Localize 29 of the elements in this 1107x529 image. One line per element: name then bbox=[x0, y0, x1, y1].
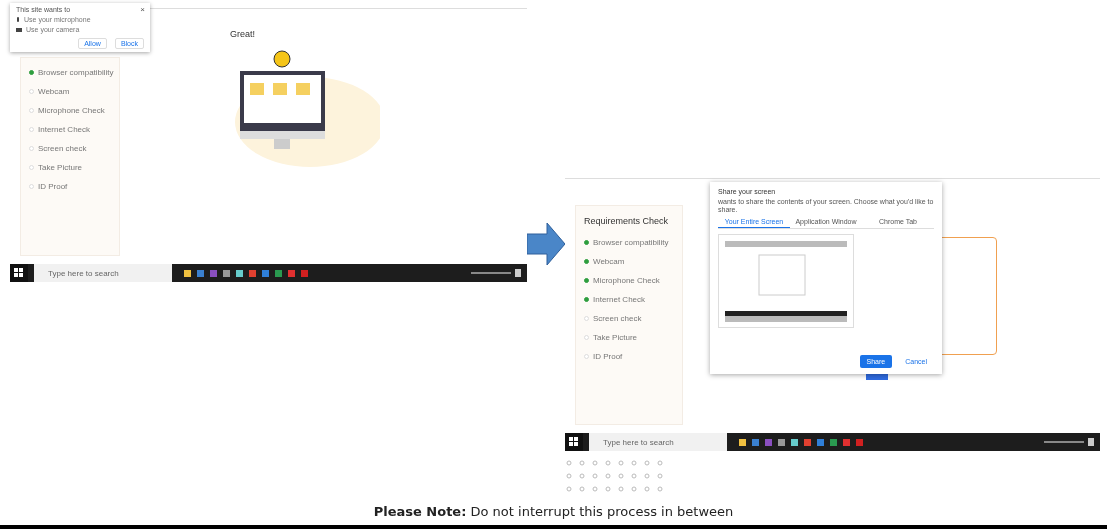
sidebar-item[interactable]: Internet Check bbox=[29, 125, 111, 134]
sidebar-item[interactable]: ID Proof bbox=[29, 182, 111, 191]
sidebar-item[interactable]: Internet Check bbox=[584, 295, 674, 304]
screen-thumbnail[interactable] bbox=[718, 234, 854, 329]
search-field[interactable]: Type here to search bbox=[34, 264, 172, 282]
close-icon[interactable]: × bbox=[140, 5, 145, 14]
microphone-icon bbox=[16, 16, 20, 23]
system-tray-icon[interactable] bbox=[1044, 438, 1094, 446]
sidebar-item[interactable]: ID Proof bbox=[584, 352, 674, 361]
sidebar-item[interactable]: Microphone Check bbox=[29, 106, 111, 115]
start-button[interactable] bbox=[10, 264, 28, 282]
start-button[interactable] bbox=[565, 433, 583, 451]
search-field[interactable]: Type here to search bbox=[589, 433, 727, 451]
right-arrow-icon bbox=[527, 223, 565, 265]
system-tray-icon[interactable] bbox=[471, 269, 521, 277]
sidebar-item[interactable]: Screen check bbox=[584, 314, 674, 323]
sidebar-item[interactable]: Webcam bbox=[29, 87, 111, 96]
sidebar-item[interactable]: Webcam bbox=[584, 257, 674, 266]
sidebar-item[interactable]: Browser compatibility bbox=[584, 238, 674, 247]
sidebar-item[interactable]: Microphone Check bbox=[584, 276, 674, 285]
note-text: Please Note: Do not interrupt this process in between bbox=[0, 498, 1107, 529]
sidebar-title: Requirements Check bbox=[584, 216, 670, 226]
windows-icon bbox=[14, 268, 24, 278]
heading: Great! bbox=[230, 29, 255, 39]
sidebar-item[interactable]: Take Picture bbox=[29, 163, 111, 172]
windows-icon bbox=[569, 437, 579, 447]
sidebar-item[interactable]: Take Picture bbox=[584, 333, 674, 342]
camera-icon bbox=[16, 27, 22, 32]
sidebar-item[interactable]: Screen check bbox=[29, 144, 111, 153]
